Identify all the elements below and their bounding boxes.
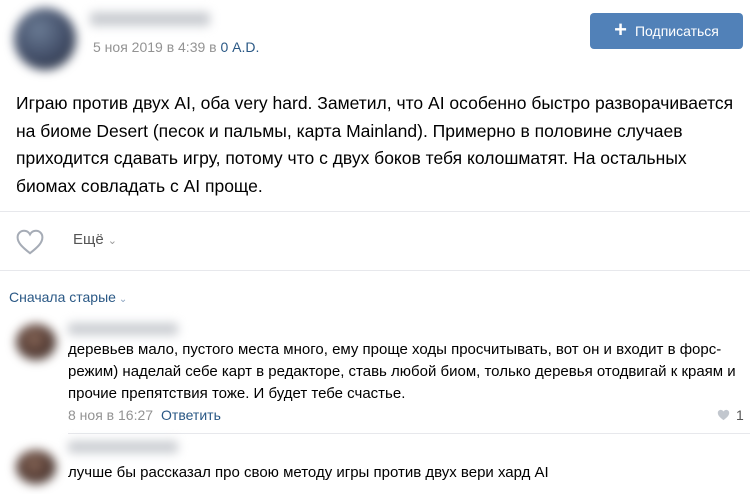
- subscribe-button[interactable]: + Подписаться: [590, 13, 743, 49]
- comment-text: деревьев мало, пустого места много, ему …: [68, 341, 736, 402]
- comments-sort-button[interactable]: Сначала старые ⌄: [9, 289, 127, 305]
- reply-button[interactable]: Ответить: [161, 407, 221, 423]
- post-author-avatar[interactable]: [14, 8, 76, 70]
- post-date-separator: в: [205, 39, 221, 55]
- post-meta: 5 ноя 2019 в 4:39 в 0 A.D.: [93, 39, 259, 55]
- comment-avatar[interactable]: [16, 450, 56, 484]
- heart-icon[interactable]: [15, 229, 45, 255]
- post-divider: [0, 211, 750, 212]
- post-date[interactable]: 5 ноя 2019 в 4:39: [93, 39, 205, 55]
- comment-author-name[interactable]: [68, 323, 178, 335]
- actions-divider: [0, 270, 750, 271]
- chevron-down-icon: ⌄: [107, 235, 117, 247]
- comment-author-name[interactable]: [68, 441, 178, 453]
- subscribe-label: Подписаться: [634, 23, 719, 39]
- chevron-down-icon: ⌄: [118, 294, 128, 305]
- post-group-link[interactable]: 0 A.D.: [221, 39, 260, 55]
- more-button[interactable]: Ещё ⌄: [73, 231, 117, 248]
- comment-like-button[interactable]: 1: [717, 407, 744, 423]
- comment-avatar[interactable]: [16, 324, 56, 360]
- post-author-name[interactable]: [90, 12, 210, 26]
- more-label: Ещё: [73, 231, 104, 248]
- heart-icon: [717, 409, 730, 421]
- post-text: Играю против двух AI, оба very hard. Зам…: [16, 93, 734, 196]
- comment-text: лучше бы рассказал про свою методу игры …: [68, 464, 549, 481]
- comment-like-count: 1: [736, 407, 744, 423]
- plus-icon: +: [614, 17, 627, 42]
- comment-meta: 8 ноя в 16:27 Ответить: [68, 407, 221, 423]
- comment-date[interactable]: 8 ноя в 16:27: [68, 407, 153, 423]
- comments-sort-label: Сначала старые: [9, 289, 116, 305]
- comment-divider: [68, 433, 750, 434]
